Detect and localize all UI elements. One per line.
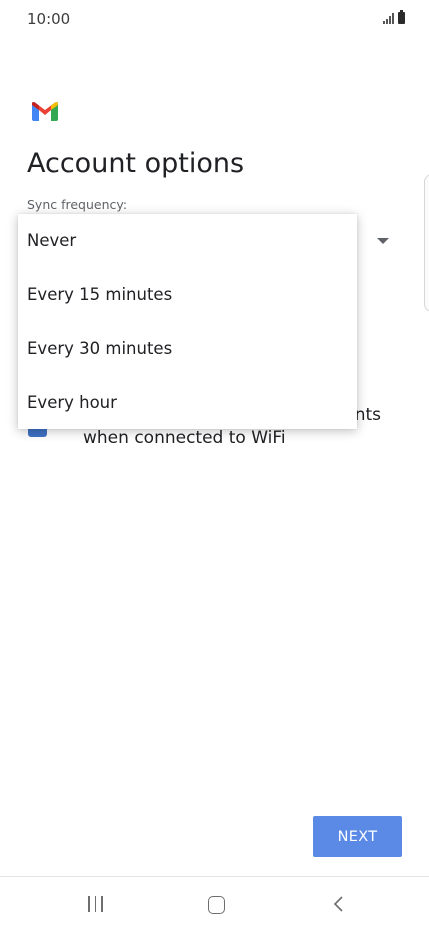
scroll-handle[interactable] [424,174,429,312]
sync-frequency-label: Sync frequency: [27,197,128,212]
menu-item-every-30-minutes[interactable]: Every 30 minutes [18,322,357,376]
status-icons [383,10,405,24]
home-icon[interactable] [208,896,225,914]
sync-frequency-dropdown-menu: Never Every 15 minutes Every 30 minutes … [18,214,357,429]
navigation-bar [0,877,429,930]
menu-item-never[interactable]: Never [18,214,357,268]
signal-icon [383,12,394,24]
gmail-logo-icon [32,102,58,121]
dropdown-arrow-icon[interactable] [377,238,389,244]
menu-item-every-hour[interactable]: Every hour [18,375,357,429]
recents-icon[interactable] [88,896,103,912]
battery-icon [398,10,405,24]
back-icon[interactable] [330,895,348,913]
checkbox-label-line2: when connected to WiFi [83,428,286,448]
status-bar: 10:00 [0,0,429,40]
next-button[interactable]: NEXT [313,816,402,857]
status-time: 10:00 [27,10,71,28]
page-title: Account options [27,148,245,179]
menu-item-every-15-minutes[interactable]: Every 15 minutes [18,268,357,322]
